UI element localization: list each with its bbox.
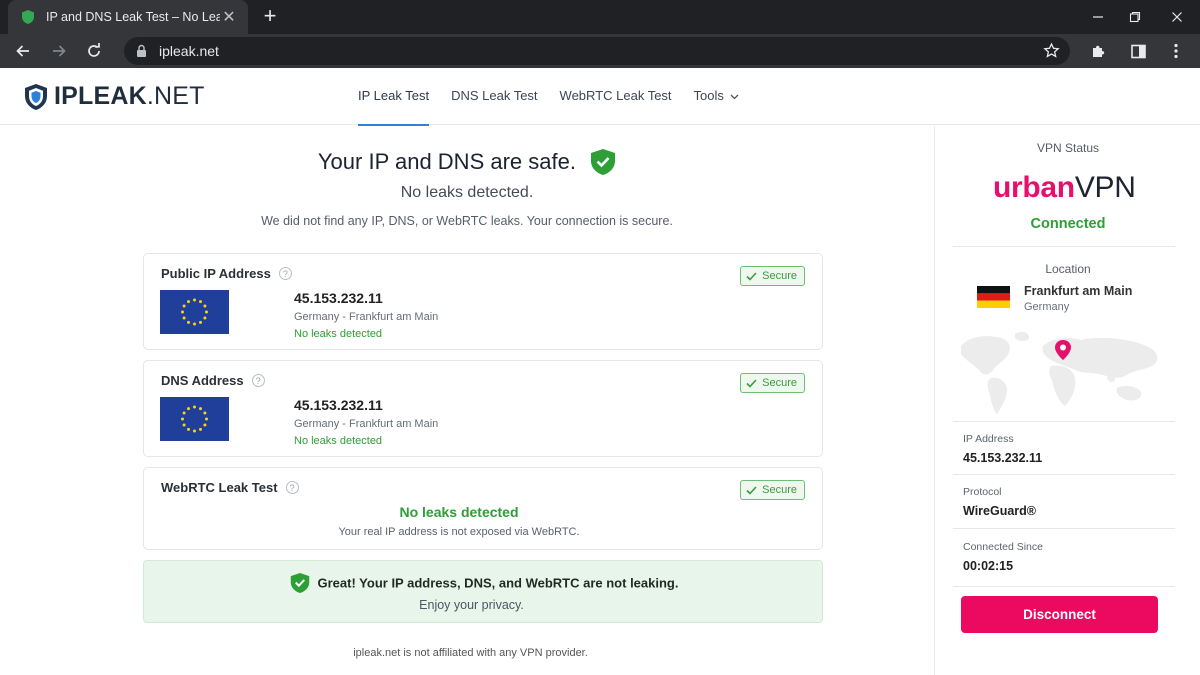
vpn-status-label: VPN Status [1036,141,1100,155]
eu-flag-icon [160,397,229,441]
divider [953,474,1175,475]
close-tab-icon[interactable]: ✕ [220,7,238,27]
browser-tab-strip: IP and DNS Leak Test – No Leaks ✕ + [0,0,1200,34]
lock-icon [137,44,146,57]
nav-dns-leak-test[interactable]: DNS Leak Test [451,68,537,125]
card-title: Public IP Address? [161,266,292,281]
connection-status: Connected [1030,216,1106,232]
hero-description: We did not find any IP, DNS, or WebRTC l… [261,214,673,228]
card-title: DNS Address? [161,373,265,388]
public-ip-status: No leaks detected [294,328,383,340]
hero-heading: Your IP and DNS are safe. [0,148,934,176]
public-ip-location: Germany - Frankfurt am Main [294,311,439,323]
browser-menu-icon[interactable] [1164,39,1188,63]
hero-subtitle: No leaks detected. [400,184,534,201]
help-icon[interactable]: ? [251,374,265,387]
nav-tools[interactable]: Tools [694,68,739,125]
check-shield-icon [290,573,309,593]
success-headline-row: Great! Your IP address, DNS, and WebRTC … [144,572,824,594]
page-title: Your IP and DNS are safe. [317,149,576,175]
card-title: WebRTC Leak Test? [161,480,299,495]
chevron-down-icon [730,70,739,126]
main-content: Your IP and DNS are safe. No leaks detec… [0,126,934,675]
ip-label: IP Address [963,433,1014,445]
secure-badge: Secure [740,266,805,286]
eu-flag-icon [160,290,229,334]
ip-value: 45.153.232.11 [963,451,1043,465]
tab-title: IP and DNS Leak Test – No Leaks [46,10,220,24]
success-subtext: Enjoy your privacy. [419,598,524,612]
shield-logo-icon [25,83,47,110]
webrtc-status: No leaks detected [399,504,519,520]
dns-ip-value: 45.153.232.11 [294,397,383,413]
nav-webrtc-leak-test[interactable]: WebRTC Leak Test [560,68,672,125]
divider [953,528,1175,529]
browser-tab[interactable]: IP and DNS Leak Test – No Leaks ✕ [8,0,248,34]
extensions-puzzle-icon[interactable] [1087,39,1111,63]
badge-label: Secure [762,270,797,282]
vpn-sidebar: VPN Status urbanVPN Connected Location F… [934,126,1200,675]
help-icon[interactable]: ? [285,481,299,494]
logo-domain: .NET [146,82,205,110]
divider [953,421,1175,422]
site-header: IPLEAK.NET IP Leak Test DNS Leak Test We… [0,68,1200,126]
dns-location: Germany - Frankfurt am Main [294,418,439,430]
divider [953,586,1175,587]
new-tab-icon[interactable]: + [258,5,282,27]
world-map [961,331,1158,414]
brand-right: VPN [1074,171,1136,204]
public-ip-value: 45.153.232.11 [294,290,383,306]
reload-icon[interactable] [82,39,106,63]
dns-card: DNS Address? Secure 45.153.232.11 German… [143,360,823,457]
public-ip-title: Public IP Address [161,266,271,281]
germany-flag-icon [977,286,1010,308]
dns-title: DNS Address [161,373,244,388]
browser-toolbar: ipleak.net [0,34,1200,68]
check-icon [746,271,757,281]
disconnect-button[interactable]: Disconnect [961,596,1158,633]
urbanvpn-logo: urbanVPN [993,173,1136,203]
webrtc-note: Your real IP address is not exposed via … [338,526,580,538]
public-ip-card: Public IP Address? Secure 45.153.232.11 … [143,253,823,350]
success-banner: Great! Your IP address, DNS, and WebRTC … [143,560,823,623]
close-window-icon[interactable] [1158,0,1196,34]
connected-since-value: 00:02:15 [963,559,1014,573]
connected-since-label: Connected Since [963,541,1043,553]
bookmark-star-icon[interactable] [1043,42,1060,59]
protocol-value: WireGuard® [963,504,1036,518]
webrtc-card: WebRTC Leak Test? Secure No leaks detect… [143,467,823,550]
url-text: ipleak.net [159,43,219,59]
check-shield-icon [591,149,616,176]
brand-left: urban [993,171,1075,204]
forward-arrow-icon[interactable] [47,39,71,63]
nav-ip-leak-test[interactable]: IP Leak Test [358,68,430,126]
protocol-label: Protocol [963,486,1002,498]
address-bar[interactable]: ipleak.net [124,37,1070,65]
main-nav: IP Leak Test DNS Leak Test WebRTC Leak T… [358,68,761,126]
side-panel-icon[interactable] [1126,39,1150,63]
nav-tools-label: Tools [693,88,724,103]
secure-badge: Secure [740,480,805,500]
secure-badge: Secure [740,373,805,393]
badge-label: Secure [762,377,797,389]
divider [953,246,1175,247]
shield-favicon-icon [22,10,34,24]
check-icon [746,378,757,388]
location-city: Frankfurt am Main [1024,284,1133,298]
location-label: Location [1045,262,1091,276]
minimize-icon[interactable] [1079,0,1117,34]
webrtc-title: WebRTC Leak Test [161,480,278,495]
badge-label: Secure [762,484,797,496]
back-arrow-icon[interactable] [11,39,35,63]
footer-disclaimer: ipleak.net is not affiliated with any VP… [353,647,588,659]
help-icon[interactable]: ? [278,267,292,280]
success-headline: Great! Your IP address, DNS, and WebRTC … [317,575,679,591]
restore-icon[interactable] [1116,0,1154,34]
dns-status: No leaks detected [294,435,383,447]
logo-wordmark: IPLEAK [54,82,147,110]
check-icon [746,485,757,495]
location-country: Germany [1024,301,1070,313]
ipleak-logo[interactable]: IPLEAK.NET [24,82,205,111]
